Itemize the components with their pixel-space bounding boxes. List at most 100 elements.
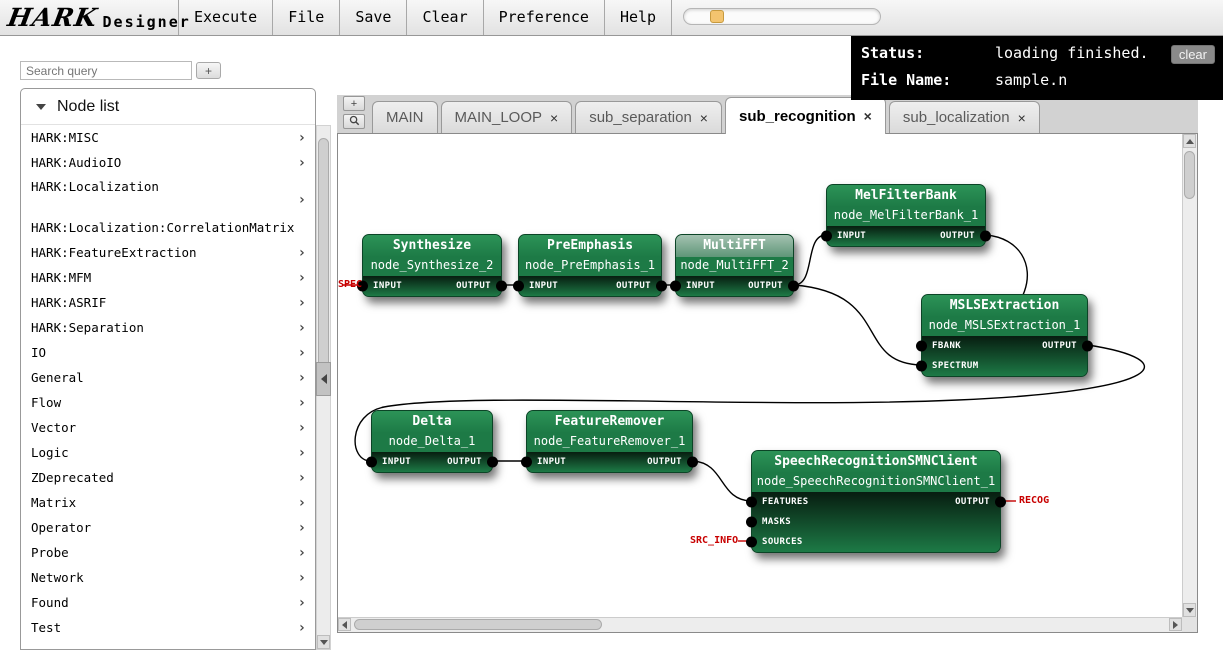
input-port[interactable] bbox=[521, 457, 532, 468]
scroll-down-arrow-icon[interactable] bbox=[317, 635, 330, 649]
node-list-collapse-icon[interactable] bbox=[36, 104, 46, 110]
node-instance-name: node_SpeechRecognitionSMNClient_1 bbox=[752, 473, 1000, 492]
tab-main-loop[interactable]: MAIN_LOOP × bbox=[441, 101, 573, 133]
tab-sub-separation[interactable]: sub_separation × bbox=[575, 101, 722, 133]
input-port[interactable] bbox=[746, 497, 757, 508]
tab-main[interactable]: MAIN bbox=[372, 101, 438, 133]
node-preemphasis[interactable]: PreEmphasis node_PreEmphasis_1 INPUT OUT… bbox=[518, 234, 662, 297]
sidebar-item-hark-misc[interactable]: HARK:MISC› bbox=[21, 125, 315, 150]
port-row: INPUT OUTPUT bbox=[827, 226, 985, 246]
sidebar-splitter-toggle[interactable] bbox=[316, 362, 331, 396]
sidebar-item-hark-audioio[interactable]: HARK:AudioIO› bbox=[21, 150, 315, 175]
menu-item-execute[interactable]: Execute bbox=[178, 0, 272, 35]
input-port[interactable] bbox=[916, 341, 927, 352]
sidebar-item-label: HARK:MISC bbox=[31, 130, 99, 145]
chevron-right-icon: › bbox=[298, 595, 306, 611]
sidebar-item-matrix[interactable]: Matrix› bbox=[21, 490, 315, 515]
output-port[interactable] bbox=[980, 231, 991, 242]
input-port[interactable] bbox=[746, 537, 757, 548]
node-multifft[interactable]: MultiFFT node_MultiFFT_2 INPUT OUTPUT bbox=[675, 234, 794, 297]
sidebar-item-logic[interactable]: Logic› bbox=[21, 440, 315, 465]
sidebar-item-flow[interactable]: Flow› bbox=[21, 390, 315, 415]
scroll-up-arrow-icon[interactable] bbox=[1183, 134, 1196, 148]
status-clear-button[interactable]: clear bbox=[1171, 45, 1215, 64]
scroll-left-arrow-icon[interactable] bbox=[338, 618, 351, 631]
node-melfilterbank[interactable]: MelFilterBank node_MelFilterBank_1 INPUT… bbox=[826, 184, 986, 247]
input-port[interactable] bbox=[366, 457, 377, 468]
tab-sub-localization[interactable]: sub_localization × bbox=[889, 101, 1040, 133]
menu-item-preference[interactable]: Preference bbox=[483, 0, 604, 35]
node-title: PreEmphasis bbox=[519, 235, 661, 257]
node-mslsextraction[interactable]: MSLSExtraction node_MSLSExtraction_1 FBA… bbox=[921, 294, 1088, 377]
sidebar-item-hark-localization-correlationmatrix[interactable]: HARK:Localization:CorrelationMatrix bbox=[21, 215, 315, 240]
output-port[interactable] bbox=[687, 457, 698, 468]
sidebar-item-hark-localization[interactable]: HARK:Localization› bbox=[21, 175, 315, 215]
sidebar-item-io[interactable]: IO› bbox=[21, 340, 315, 365]
output-port-label: OUTPUT bbox=[748, 281, 783, 291]
sidebar-item-zdeprecated[interactable]: ZDeprecated› bbox=[21, 465, 315, 490]
magnifier-icon[interactable] bbox=[343, 114, 365, 129]
scroll-down-arrow-icon[interactable] bbox=[1183, 603, 1196, 617]
output-port[interactable] bbox=[995, 497, 1006, 508]
output-port[interactable] bbox=[1082, 341, 1093, 352]
close-icon[interactable]: × bbox=[864, 109, 872, 123]
port-row: FBANK OUTPUT bbox=[922, 336, 1087, 356]
node-featureremover[interactable]: FeatureRemover node_FeatureRemover_1 INP… bbox=[526, 410, 693, 473]
sidebar-item-found[interactable]: Found› bbox=[21, 590, 315, 615]
sidebar-item-hark-separation[interactable]: HARK:Separation› bbox=[21, 315, 315, 340]
sidebar-scrollbar-thumb[interactable] bbox=[318, 138, 329, 370]
output-port[interactable] bbox=[487, 457, 498, 468]
menu-item-save[interactable]: Save bbox=[339, 0, 406, 35]
search-input[interactable] bbox=[20, 61, 192, 80]
terminal-recog[interactable]: RECOG bbox=[1019, 495, 1049, 506]
input-port[interactable] bbox=[916, 361, 927, 372]
scroll-right-arrow-icon[interactable] bbox=[1169, 618, 1182, 631]
output-port[interactable] bbox=[656, 281, 667, 292]
close-icon[interactable]: × bbox=[1018, 111, 1026, 125]
sidebar-item-hark-asrif[interactable]: HARK:ASRIF› bbox=[21, 290, 315, 315]
close-icon[interactable]: × bbox=[700, 111, 708, 125]
sidebar-item-test[interactable]: Test› bbox=[21, 615, 315, 640]
sidebar-item-hark-mfm[interactable]: HARK:MFM› bbox=[21, 265, 315, 290]
sidebar-item-label: ZDeprecated bbox=[31, 470, 114, 485]
terminal-src-info[interactable]: SRC_INFO bbox=[690, 535, 738, 546]
search-add-button[interactable]: + bbox=[196, 62, 221, 79]
zoom-slider[interactable] bbox=[683, 8, 881, 25]
file-name-value: sample.n bbox=[995, 71, 1067, 89]
canvas-horizontal-scrollbar[interactable] bbox=[338, 617, 1182, 632]
zoom-slider-handle[interactable] bbox=[710, 10, 724, 23]
input-port[interactable] bbox=[670, 281, 681, 292]
menu-item-file[interactable]: File bbox=[272, 0, 339, 35]
sidebar-item-vector[interactable]: Vector› bbox=[21, 415, 315, 440]
input-port[interactable] bbox=[746, 517, 757, 528]
flow-canvas[interactable]: Synthesize node_Synthesize_2 INPUT OUTPU… bbox=[338, 134, 1182, 617]
sidebar-item-operator[interactable]: Operator› bbox=[21, 515, 315, 540]
node-title: Synthesize bbox=[363, 235, 501, 257]
node-synthesize[interactable]: Synthesize node_Synthesize_2 INPUT OUTPU… bbox=[362, 234, 502, 297]
input-port[interactable] bbox=[513, 281, 524, 292]
canvas-hscroll-thumb[interactable] bbox=[354, 619, 602, 630]
sidebar-item-general[interactable]: General› bbox=[21, 365, 315, 390]
chevron-right-icon: › bbox=[298, 155, 306, 171]
sidebar-item-network[interactable]: Network› bbox=[21, 565, 315, 590]
add-sheet-button[interactable]: + bbox=[343, 96, 365, 111]
canvas-vertical-scrollbar[interactable] bbox=[1182, 134, 1197, 617]
node-delta[interactable]: Delta node_Delta_1 INPUT OUTPUT bbox=[371, 410, 493, 473]
chevron-right-icon: › bbox=[298, 395, 306, 411]
sidebar-item-label: IO bbox=[31, 345, 46, 360]
sidebar-item-hark-featureextraction[interactable]: HARK:FeatureExtraction› bbox=[21, 240, 315, 265]
tab-sub-recognition[interactable]: sub_recognition × bbox=[725, 97, 886, 134]
input-port[interactable] bbox=[821, 231, 832, 242]
menu-item-clear[interactable]: Clear bbox=[406, 0, 482, 35]
close-icon[interactable]: × bbox=[550, 111, 558, 125]
node-speechrecognitionsmnclient[interactable]: SpeechRecognitionSMNClient node_SpeechRe… bbox=[751, 450, 1001, 553]
sidebar-item-probe[interactable]: Probe› bbox=[21, 540, 315, 565]
output-port[interactable] bbox=[788, 281, 799, 292]
sidebar-item-label: HARK:Localization:CorrelationMatrix bbox=[31, 220, 294, 235]
output-port[interactable] bbox=[496, 281, 507, 292]
input-port-label: INPUT bbox=[529, 281, 558, 291]
menu-item-help[interactable]: Help bbox=[604, 0, 672, 35]
terminal-spec[interactable]: SPEC bbox=[338, 279, 362, 290]
node-list-header[interactable]: Node list bbox=[21, 89, 315, 125]
canvas-vscroll-thumb[interactable] bbox=[1184, 151, 1195, 199]
